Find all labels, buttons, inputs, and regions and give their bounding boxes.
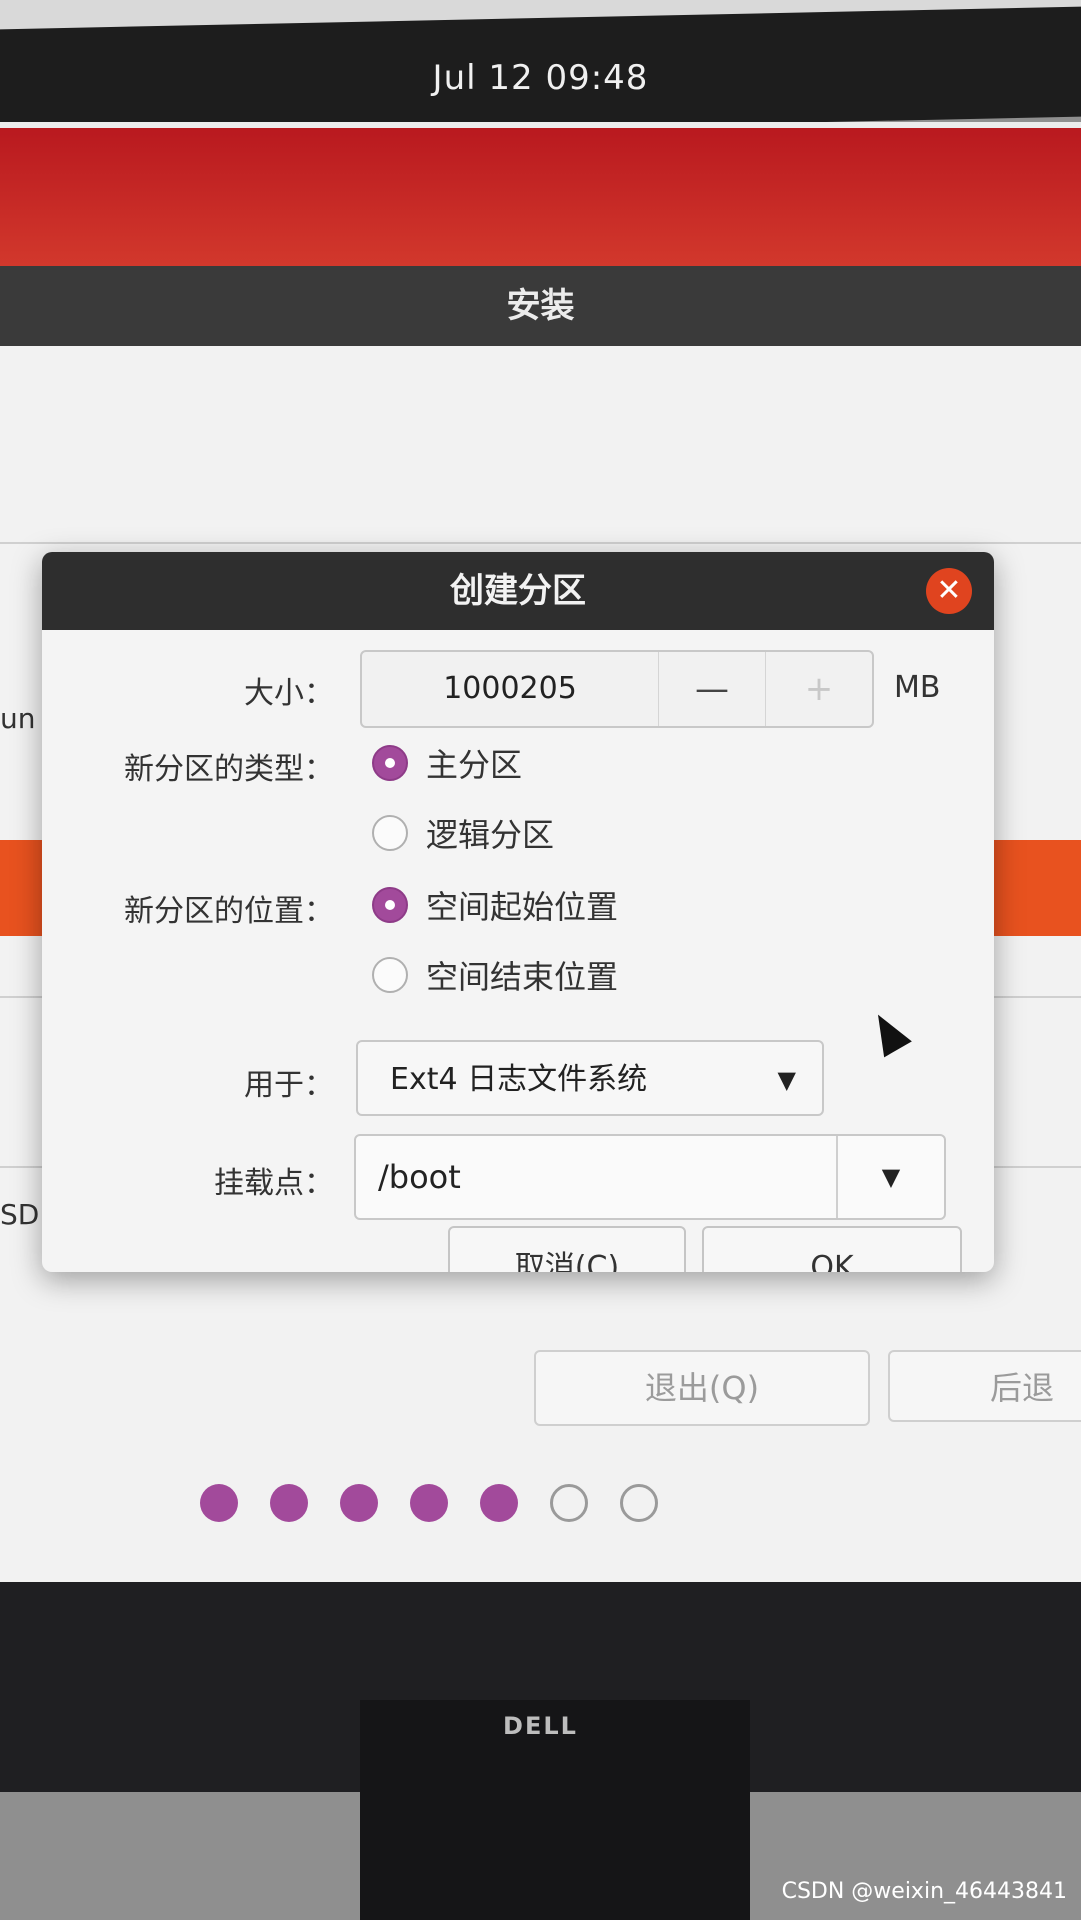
window-title: 安装 xyxy=(0,266,1081,346)
radio-primary-label: 主分区 xyxy=(426,746,523,784)
dialog-title: 创建分区 xyxy=(450,571,586,611)
progress-dot xyxy=(410,1484,448,1522)
top-bar-clock: Jul 12 09:48 xyxy=(432,58,649,98)
use-as-dropdown[interactable]: Ext4 日志文件系统 ▼ xyxy=(356,1040,824,1116)
progress-dot xyxy=(620,1484,658,1522)
progress-dots xyxy=(200,1484,658,1522)
radio-primary[interactable]: 主分区 xyxy=(372,740,522,786)
size-increment-button[interactable]: + xyxy=(765,652,872,726)
close-icon[interactable]: ✕ xyxy=(926,568,972,614)
radio-start-label: 空间起始位置 xyxy=(426,888,619,926)
quit-button[interactable]: 退出(Q) xyxy=(534,1350,870,1426)
cancel-button[interactable]: 取消(C) xyxy=(448,1226,686,1272)
progress-dot xyxy=(270,1484,308,1522)
installer-header-band xyxy=(0,128,1081,266)
radio-logical-label: 逻辑分区 xyxy=(426,816,555,854)
use-as-label: 用于： xyxy=(244,1068,334,1103)
radio-end-label: 空间结束位置 xyxy=(426,958,619,996)
mount-combobox: ▼ xyxy=(354,1134,946,1220)
progress-dot xyxy=(340,1484,378,1522)
back-button[interactable]: 后退 xyxy=(888,1350,1081,1422)
monitor-brand: DELL xyxy=(503,1712,578,1740)
size-label: 大小： xyxy=(244,676,334,711)
size-value[interactable]: 1000205 xyxy=(362,652,658,726)
radio-end[interactable]: 空间结束位置 xyxy=(372,952,618,998)
background-label: SD xyxy=(0,1198,40,1231)
chevron-down-icon[interactable]: ▼ xyxy=(836,1136,944,1218)
radio-logical-indicator[interactable] xyxy=(372,815,408,851)
dialog-title-bar: 创建分区 ✕ xyxy=(42,552,994,630)
chevron-down-icon: ▼ xyxy=(777,1066,796,1094)
radio-primary-indicator[interactable] xyxy=(372,745,408,781)
progress-dot xyxy=(550,1484,588,1522)
size-spinbox: 1000205 — + xyxy=(360,650,874,728)
progress-dot xyxy=(200,1484,238,1522)
background-label: un xyxy=(0,702,36,735)
mount-input[interactable] xyxy=(356,1136,836,1218)
size-unit: MB xyxy=(894,670,941,705)
watermark: CSDN @weixin_46443841 xyxy=(781,1879,1067,1904)
radio-start[interactable]: 空间起始位置 xyxy=(372,882,618,928)
divider xyxy=(0,542,1081,544)
location-label: 新分区的位置： xyxy=(124,894,334,929)
radio-logical[interactable]: 逻辑分区 xyxy=(372,810,554,856)
create-partition-dialog: 创建分区 ✕ 大小： 1000205 — + MB 新分区的类型： 主分区 逻辑… xyxy=(42,552,994,1272)
size-decrement-button[interactable]: — xyxy=(658,652,765,726)
progress-dot xyxy=(480,1484,518,1522)
ok-button[interactable]: OK xyxy=(702,1226,962,1272)
radio-start-indicator[interactable] xyxy=(372,887,408,923)
type-label: 新分区的类型： xyxy=(124,752,334,787)
mount-label: 挂载点： xyxy=(214,1166,334,1201)
radio-end-indicator[interactable] xyxy=(372,957,408,993)
use-as-value: Ext4 日志文件系统 xyxy=(390,1062,648,1097)
